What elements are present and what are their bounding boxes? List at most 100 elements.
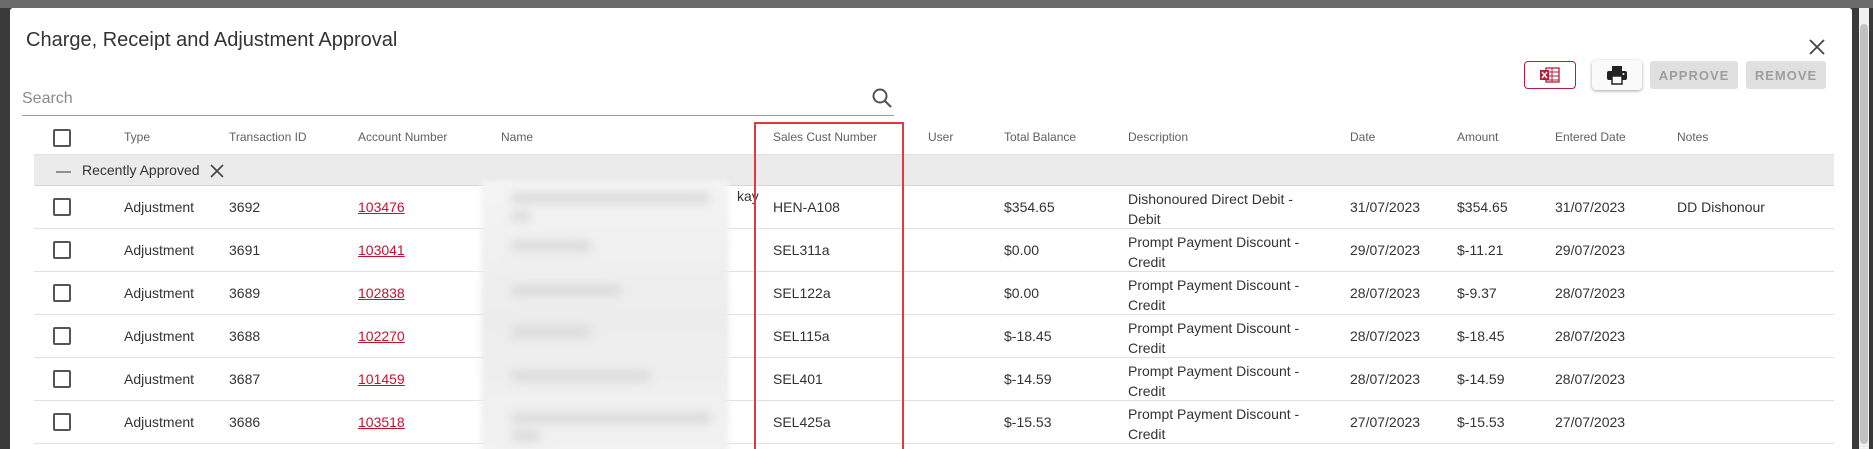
- collapse-icon[interactable]: —: [56, 163, 71, 180]
- header-date[interactable]: Date: [1350, 130, 1375, 144]
- account-number-link[interactable]: 102270: [358, 328, 405, 344]
- select-all-checkbox[interactable]: [53, 129, 71, 147]
- search-input[interactable]: [22, 86, 842, 112]
- close-button[interactable]: [1802, 32, 1832, 62]
- print-button[interactable]: [1592, 60, 1642, 90]
- cell-transaction-id: 3687: [229, 371, 261, 387]
- row-checkbox[interactable]: [53, 327, 71, 345]
- cell-sales-cust-number: SEL122a: [773, 285, 831, 301]
- account-number-link[interactable]: 101459: [358, 371, 405, 387]
- group-row-recently-approved[interactable]: — Recently Approved: [34, 155, 1834, 186]
- cell-entered-date: 28/07/2023: [1555, 328, 1626, 344]
- cell-sales-cust-number: SEL401: [773, 371, 823, 387]
- cell-total-balance: $0.00: [1004, 242, 1040, 258]
- header-sales-cust-number[interactable]: Sales Cust Number: [773, 130, 877, 144]
- cell-sales-cust-number: SEL115a: [773, 328, 830, 344]
- cell-amount: $-14.59: [1457, 371, 1505, 387]
- table-row[interactable]: Adjustment 3688 102270 SEL115a $-18.45 P…: [34, 315, 1834, 358]
- approval-dialog: Charge, Receipt and Adjustment Approval: [10, 8, 1852, 449]
- cell-total-balance: $354.65: [1004, 199, 1055, 215]
- cell-type: Adjustment: [124, 328, 195, 344]
- table-row[interactable]: Adjustment 3686 103518 SEL425a $-15.53 P…: [34, 401, 1834, 444]
- cell-date: 31/07/2023: [1350, 199, 1421, 215]
- cell-type: Adjustment: [124, 371, 195, 387]
- cell-total-balance: $0.00: [1004, 285, 1040, 301]
- search-field: [22, 82, 894, 116]
- table-row[interactable]: Adjustment 3691 103041 SEL311a $0.00 Pro…: [34, 229, 1834, 272]
- header-name[interactable]: Name: [501, 130, 533, 144]
- redacted-text: [511, 211, 531, 221]
- cell-description: Prompt Payment Discount - Credit: [1128, 406, 1300, 442]
- cell-sales-cust-number: SEL311a: [773, 242, 830, 258]
- remove-group-icon[interactable]: [208, 162, 226, 180]
- cell-type: Adjustment: [124, 285, 195, 301]
- header-user[interactable]: User: [928, 130, 953, 144]
- header-type[interactable]: Type: [124, 130, 150, 144]
- header-entered-date[interactable]: Entered Date: [1555, 130, 1626, 144]
- printer-icon: [1607, 66, 1627, 85]
- approve-button[interactable]: APPROVE: [1650, 61, 1738, 89]
- table-row[interactable]: Adjustment 3692 103476 kay HEN-A108 $354…: [34, 186, 1834, 229]
- cell-transaction-id: 3692: [229, 199, 261, 215]
- row-checkbox[interactable]: [53, 370, 71, 388]
- close-icon: [1809, 39, 1825, 55]
- cell-description: Dishonoured Direct Debit - Debit: [1128, 191, 1293, 227]
- account-number-link[interactable]: 103041: [358, 242, 405, 258]
- cell-description: Prompt Payment Discount - Credit: [1128, 234, 1300, 270]
- redacted-text: [511, 431, 541, 441]
- cell-entered-date: 29/07/2023: [1555, 242, 1626, 258]
- row-checkbox[interactable]: [53, 198, 71, 216]
- cell-entered-date: 28/07/2023: [1555, 371, 1626, 387]
- cell-sales-cust-number: HEN-A108: [773, 199, 840, 215]
- header-total-balance[interactable]: Total Balance: [1004, 130, 1076, 144]
- cell-amount: $354.65: [1457, 199, 1508, 215]
- row-checkbox[interactable]: [53, 241, 71, 259]
- cell-type: Adjustment: [124, 242, 195, 258]
- account-number-link[interactable]: 102838: [358, 285, 405, 301]
- row-checkbox[interactable]: [53, 284, 71, 302]
- excel-export-button[interactable]: [1524, 61, 1576, 89]
- cell-entered-date: 31/07/2023: [1555, 199, 1626, 215]
- redacted-text: [511, 193, 711, 203]
- cell-entered-date: 27/07/2023: [1555, 414, 1626, 430]
- redacted-text: [511, 327, 591, 337]
- remove-button[interactable]: REMOVE: [1746, 61, 1826, 89]
- cell-total-balance: $-18.45: [1004, 328, 1052, 344]
- cell-total-balance: $-14.59: [1004, 371, 1052, 387]
- table-row[interactable]: Adjustment 3689 102838 SEL122a $0.00 Pro…: [34, 272, 1834, 315]
- cell-description: Prompt Payment Discount - Credit: [1128, 363, 1300, 399]
- transactions-table: Type Transaction ID Account Number Name …: [34, 120, 1834, 444]
- table-row[interactable]: Adjustment 3687 101459 SEL401 $-14.59 Pr…: [34, 358, 1834, 401]
- cell-transaction-id: 3686: [229, 414, 261, 430]
- account-number-link[interactable]: 103476: [358, 199, 405, 215]
- cell-description: Prompt Payment Discount - Credit: [1128, 320, 1300, 356]
- header-notes[interactable]: Notes: [1677, 130, 1708, 144]
- redacted-text: [511, 241, 591, 251]
- header-amount[interactable]: Amount: [1457, 130, 1498, 144]
- cell-transaction-id: 3688: [229, 328, 261, 344]
- cell-type: Adjustment: [124, 199, 195, 215]
- cell-transaction-id: 3691: [229, 242, 261, 258]
- window-top-bar: [0, 0, 1873, 8]
- account-number-link[interactable]: 103518: [358, 414, 405, 430]
- cell-type: Adjustment: [124, 414, 195, 430]
- cell-total-balance: $-15.53: [1004, 414, 1052, 430]
- row-checkbox[interactable]: [53, 413, 71, 431]
- cell-date: 29/07/2023: [1350, 242, 1421, 258]
- cell-sales-cust-number: SEL425a: [773, 414, 831, 430]
- group-label: Recently Approved: [82, 162, 200, 178]
- cell-amount: $-15.53: [1457, 414, 1505, 430]
- redacted-text: [511, 285, 621, 295]
- search-icon[interactable]: [870, 86, 894, 110]
- cell-description: Prompt Payment Discount - Credit: [1128, 277, 1300, 313]
- cell-transaction-id: 3689: [229, 285, 261, 301]
- header-description[interactable]: Description: [1128, 130, 1188, 144]
- header-account-number[interactable]: Account Number: [358, 130, 447, 144]
- header-transaction-id[interactable]: Transaction ID: [229, 130, 307, 144]
- redacted-name-column: [481, 181, 729, 449]
- toolbar: APPROVE REMOVE: [1524, 60, 1826, 90]
- cell-amount: $-18.45: [1457, 328, 1505, 344]
- scrollbar-thumb[interactable]: [1860, 24, 1868, 444]
- cell-date: 28/07/2023: [1350, 285, 1421, 301]
- cell-notes: DD Dishonour: [1677, 199, 1765, 215]
